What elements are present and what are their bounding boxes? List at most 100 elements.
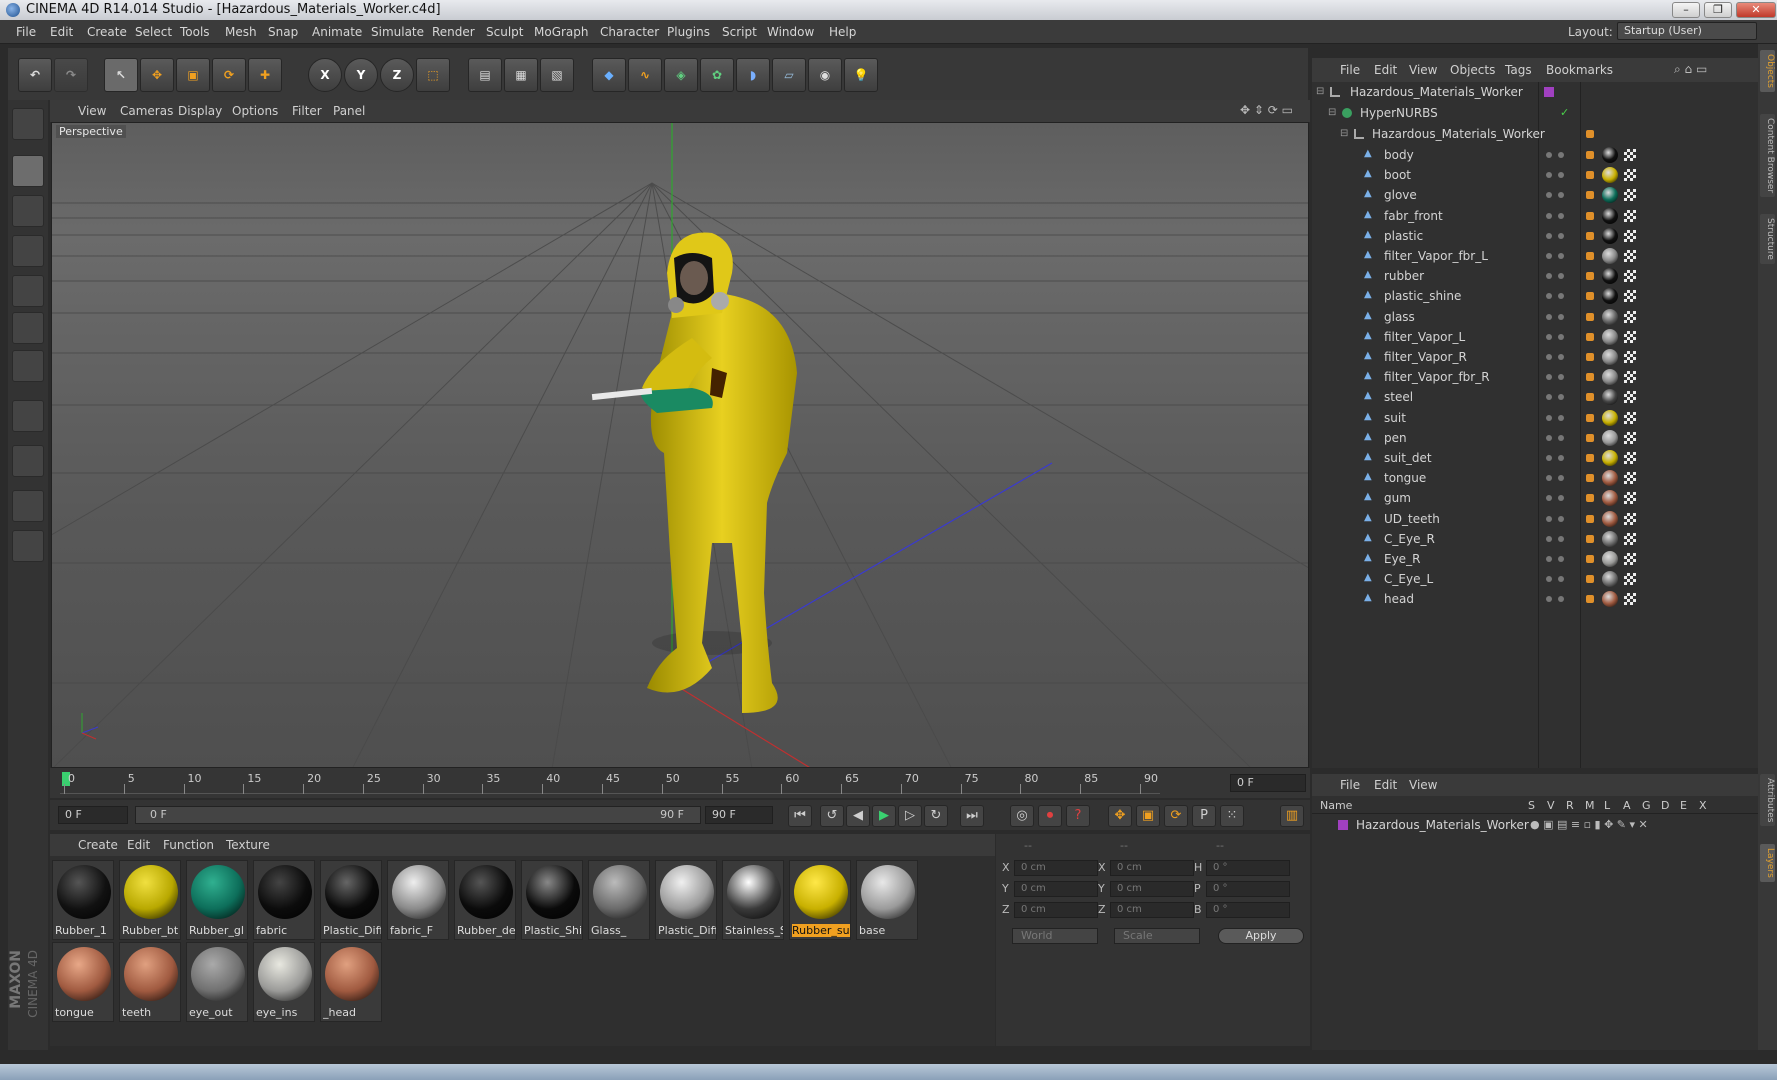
go-to-end-icon[interactable]: ⏭ [960,805,984,827]
render-visibility-dot[interactable] [1558,596,1564,603]
enabled-check-icon[interactable]: ✓ [1560,106,1569,119]
move-icon[interactable]: ✥ [140,58,174,92]
vp-menu-cameras[interactable]: Cameras [120,104,173,118]
om-search-icon[interactable]: ⌕ ⌂ ▭ [1674,62,1707,77]
tree-row-glass[interactable]: ▲ glass [1312,307,1758,328]
tab-layers[interactable]: Layers [1760,844,1775,882]
coord-value-field[interactable]: 0 cm [1110,860,1194,876]
mat-menu-create[interactable]: Create [78,838,118,852]
coord-value-field[interactable]: 0 ° [1206,881,1290,897]
editor-visibility-dot[interactable] [1546,596,1552,603]
render-visibility-dot[interactable] [1558,232,1564,239]
material-tag-icon[interactable] [1602,429,1618,446]
record-active-icon[interactable]: ◎ [1010,805,1034,827]
phong-tag-icon[interactable] [1586,151,1594,159]
uvw-tag-icon[interactable] [1624,209,1636,222]
uvw-tag-icon[interactable] [1624,189,1636,202]
menu-edit[interactable]: Edit [50,25,73,39]
render-visibility-dot[interactable] [1558,253,1564,259]
uvw-tag-icon[interactable] [1624,310,1636,323]
z-axis-icon[interactable]: Z [380,58,414,92]
editor-visibility-dot[interactable] [1546,232,1552,239]
render-visibility-dot[interactable] [1558,556,1564,562]
material-swatch[interactable]: _head [320,942,382,1022]
render-visibility-dot[interactable] [1558,455,1564,461]
material-tag-icon[interactable] [1602,288,1618,305]
menu-mograph[interactable]: MoGraph [534,25,589,39]
tree-row-pen[interactable]: ▲ pen [1312,428,1758,449]
layer-column-header[interactable]: X [1699,799,1707,812]
uvw-tag-icon[interactable] [1624,270,1636,283]
vp-menu-view[interactable]: View [78,104,106,118]
editor-visibility-dot[interactable] [1546,556,1552,562]
uvw-tag-icon[interactable] [1624,250,1636,262]
key-rotation-icon[interactable]: ⟳ [1164,805,1188,827]
layer-column-header[interactable]: M [1585,799,1595,812]
menu-help[interactable]: Help [829,25,856,39]
x-axis-icon[interactable]: X [308,58,342,92]
tab-structure[interactable]: Structure [1760,214,1775,264]
tree-row-body[interactable]: ▲ body [1312,145,1758,166]
edges-mode-icon[interactable] [12,312,44,344]
editor-visibility-dot[interactable] [1546,313,1552,320]
om-menu-bookmarks[interactable]: Bookmarks [1546,63,1613,77]
editor-visibility-dot[interactable] [1546,535,1552,542]
material-tag-icon[interactable] [1602,510,1618,527]
tab-objects[interactable]: Objects [1760,50,1775,93]
tree-row-tongue[interactable]: ▲ tongue [1312,468,1758,489]
material-tag-icon[interactable] [1602,268,1618,285]
render-visibility-dot[interactable] [1558,576,1564,583]
material-tag-icon[interactable] [1602,227,1618,244]
om-menu-file[interactable]: File [1340,63,1360,77]
layer-name[interactable]: Hazardous_Materials_Worker [1356,818,1529,832]
material-swatch[interactable]: Glass_ [588,860,650,940]
uvw-tag-icon[interactable] [1624,452,1636,464]
render-visibility-dot[interactable] [1558,394,1564,401]
layer-column-header[interactable]: L [1604,799,1610,812]
next-frame-icon[interactable]: ▷ [898,805,922,827]
redo-icon[interactable]: ↷ [54,58,88,92]
phong-tag-icon[interactable] [1586,130,1594,138]
phong-tag-icon[interactable] [1586,393,1594,402]
uvw-tag-icon[interactable] [1624,512,1636,525]
phong-tag-icon[interactable] [1586,595,1594,604]
uvw-tag-icon[interactable] [1624,330,1636,343]
tree-row-steel[interactable]: ▲ steel [1312,387,1758,408]
material-tag-icon[interactable] [1602,248,1618,264]
uvw-tag-icon[interactable] [1624,593,1636,606]
tree-row-head[interactable]: ▲ head [1312,589,1758,610]
lm-menu-view[interactable]: View [1409,778,1437,792]
mat-menu-edit[interactable]: Edit [127,838,150,852]
material-tag-icon[interactable] [1602,187,1618,204]
phong-tag-icon[interactable] [1586,312,1594,321]
material-tag-icon[interactable] [1602,490,1618,507]
array-icon[interactable]: ✿ [700,58,734,92]
model-mode-icon[interactable] [12,155,44,187]
editor-visibility-dot[interactable] [1546,152,1552,158]
material-tag-icon[interactable] [1602,207,1618,224]
phong-tag-icon[interactable] [1586,555,1594,563]
editor-visibility-dot[interactable] [1546,333,1552,340]
menu-snap[interactable]: Snap [268,25,298,39]
vp-menu-panel[interactable]: Panel [333,104,365,118]
uvw-tag-icon[interactable] [1624,472,1636,485]
layer-column-header[interactable]: D [1661,799,1669,812]
close-button[interactable]: ✕ [1736,2,1776,18]
floor-icon[interactable]: ▱ [772,58,806,92]
range-slider[interactable]: 0 F 90 F [135,806,701,824]
material-tag-icon[interactable] [1602,571,1618,588]
coordinate-system-icon[interactable]: ⬚ [416,58,450,92]
render-visibility-dot[interactable] [1558,192,1564,199]
play-icon[interactable]: ▶ [872,805,896,827]
phong-tag-icon[interactable] [1586,454,1594,462]
layer-column-header[interactable]: V [1547,799,1555,812]
viewport-nav-icons[interactable]: ✥ ⇕ ⟳ ▭ [1240,103,1293,117]
phong-tag-icon[interactable] [1586,413,1594,422]
tree-row-gum[interactable]: ▲ gum [1312,488,1758,509]
points-mode-icon[interactable] [12,275,44,307]
material-tag-icon[interactable] [1602,308,1618,325]
editor-visibility-dot[interactable] [1546,576,1552,583]
coord-value-field[interactable]: 0 cm [1014,881,1098,897]
tree-row-c-eye-r[interactable]: ▲ C_Eye_R [1312,529,1758,550]
material-swatch[interactable]: Rubber_1 [52,860,114,940]
